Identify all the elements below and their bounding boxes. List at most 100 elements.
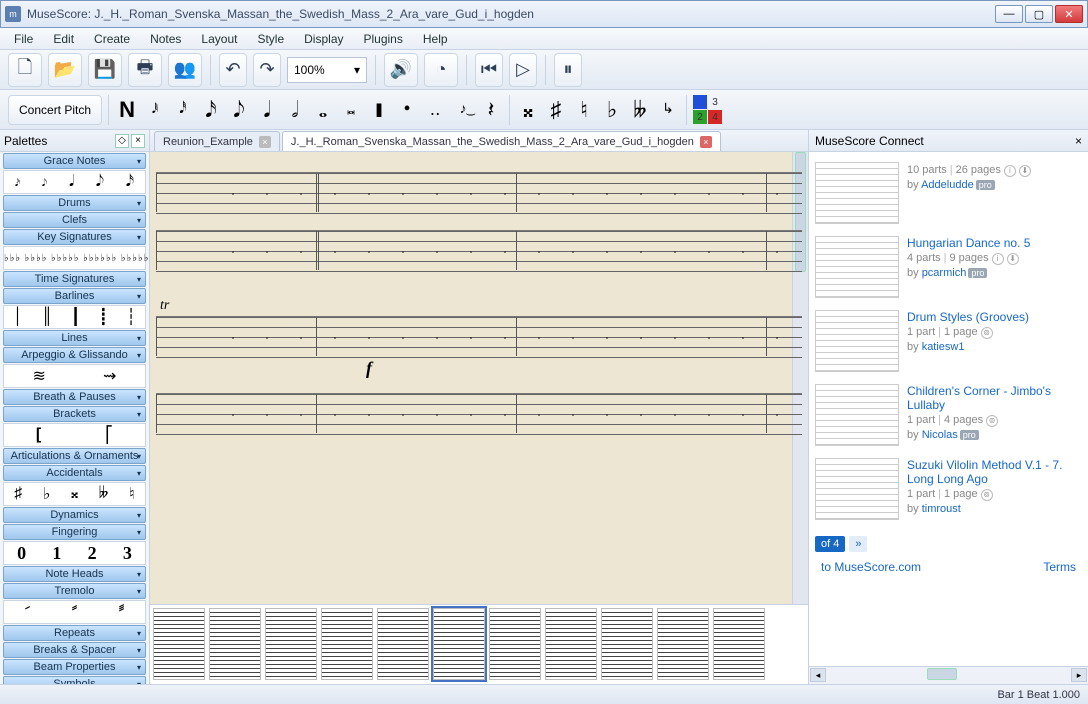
navigator[interactable]	[150, 604, 808, 684]
palette-drums[interactable]: Drums▾	[3, 195, 146, 211]
info-icon[interactable]: ⊚	[981, 489, 993, 501]
vertical-scrollbar[interactable]	[792, 152, 808, 604]
save-button[interactable]: 💾	[88, 53, 122, 87]
nav-page[interactable]	[545, 608, 597, 680]
voice-1-button[interactable]	[693, 95, 707, 109]
author-link[interactable]: pcarmich	[922, 267, 967, 279]
concert-pitch-button[interactable]: Concert Pitch	[8, 95, 102, 125]
rewind-button[interactable]: ⏮	[475, 53, 503, 87]
palette-grace-notes[interactable]: Grace Notes▾	[3, 153, 146, 169]
menu-style[interactable]: Style	[249, 30, 292, 48]
maximize-button[interactable]: ▢	[1025, 5, 1053, 23]
voice-4-button[interactable]: 4	[708, 110, 722, 124]
nav-page[interactable]	[489, 608, 541, 680]
score-title-link[interactable]: Suzuki Vilolin Method V.1 - 7. Long Long…	[907, 458, 1082, 486]
menu-help[interactable]: Help	[415, 30, 456, 48]
menu-file[interactable]: File	[6, 30, 41, 48]
duration-breve-button[interactable]: 𝅜	[339, 95, 363, 125]
terms-link[interactable]: Terms	[1043, 560, 1076, 574]
palette-lines[interactable]: Lines▾	[3, 330, 146, 346]
duration-half-button[interactable]: 𝅗𝅥	[283, 95, 307, 125]
tie-button[interactable]: ♪͜	[451, 95, 475, 125]
palette-breath[interactable]: Breath & Pauses▾	[3, 389, 146, 405]
menu-create[interactable]: Create	[86, 30, 138, 48]
sharp-button[interactable]: ♯	[544, 95, 568, 125]
palette-fingering-content[interactable]: 0123	[3, 541, 146, 565]
double-flat-button[interactable]: 𝄫	[628, 95, 652, 125]
community-button[interactable]: 👥	[168, 53, 202, 87]
menu-plugins[interactable]: Plugins	[356, 30, 411, 48]
palette-symbols[interactable]: Symbols▾	[3, 676, 146, 684]
palette-dynamics[interactable]: Dynamics▾	[3, 507, 146, 523]
duration-64th-button[interactable]: 𝅘𝅥𝅱	[143, 95, 167, 125]
nav-page[interactable]	[377, 608, 429, 680]
duration-quarter-button[interactable]: 𝅘𝅥	[255, 95, 279, 125]
score-thumbnail[interactable]	[815, 458, 899, 520]
double-sharp-button[interactable]: 𝄪	[516, 95, 540, 125]
metronome-button[interactable]: ◔	[424, 53, 458, 87]
palette-arpeggio-content[interactable]: ≋⇝	[3, 364, 146, 388]
author-link[interactable]: timroust	[922, 503, 961, 515]
palette-time-signatures[interactable]: Time Signatures▾	[3, 271, 146, 287]
menu-layout[interactable]: Layout	[193, 30, 245, 48]
palette-tremolo[interactable]: Tremolo▾	[3, 583, 146, 599]
loop-button[interactable]: ⏸	[554, 53, 582, 87]
next-page-button[interactable]: »	[849, 536, 867, 552]
nav-page-current[interactable]	[433, 608, 485, 680]
palette-key-signatures[interactable]: Key Signatures▾	[3, 229, 146, 245]
flip-direction-button[interactable]: ↳	[656, 95, 680, 125]
score-canvas[interactable]: tr f	[150, 152, 808, 604]
new-file-button[interactable]: 🗋	[8, 53, 42, 87]
palette-noteheads[interactable]: Note Heads▾	[3, 566, 146, 582]
score-title-link[interactable]: Children's Corner - Jimbo's Lullaby	[907, 384, 1082, 412]
palette-fingering[interactable]: Fingering▾	[3, 524, 146, 540]
nav-page[interactable]	[153, 608, 205, 680]
info-icon[interactable]: i	[1004, 165, 1016, 177]
palette-beam[interactable]: Beam Properties▾	[3, 659, 146, 675]
author-link[interactable]: katiesw1	[922, 341, 965, 353]
redo-button[interactable]: ↷	[253, 53, 281, 87]
scroll-left-button[interactable]: ◂	[810, 668, 826, 682]
dot-button[interactable]: •	[395, 95, 419, 125]
rest-button[interactable]: 𝄽	[479, 95, 503, 125]
score-title-link[interactable]: Drum Styles (Grooves)	[907, 310, 1029, 324]
print-button[interactable]: 🖶	[128, 53, 162, 87]
palettes-float-button[interactable]: ◇	[115, 134, 129, 148]
nav-page[interactable]	[713, 608, 765, 680]
note-input-mode-button[interactable]: N	[115, 95, 139, 125]
voice-3-label[interactable]: 3	[708, 95, 722, 109]
nav-page[interactable]	[321, 608, 373, 680]
palette-tremolo-content[interactable]: 𝅪𝅫𝅬	[3, 600, 146, 624]
download-icon[interactable]: ⬇	[1019, 165, 1031, 177]
author-link[interactable]: Addeludde	[921, 179, 974, 191]
nav-page[interactable]	[265, 608, 317, 680]
duration-whole-button[interactable]: 𝅝	[311, 95, 335, 125]
palettes-close-button[interactable]: ×	[131, 134, 145, 148]
info-icon[interactable]: ⊚	[981, 327, 993, 339]
info-icon[interactable]: i	[992, 253, 1004, 265]
author-link[interactable]: Nicolas	[922, 429, 958, 441]
score-thumbnail[interactable]	[815, 384, 899, 446]
zoom-select[interactable]: 100% ▾	[287, 57, 367, 83]
menu-notes[interactable]: Notes	[142, 30, 189, 48]
score-thumbnail[interactable]	[815, 162, 899, 224]
nav-page[interactable]	[601, 608, 653, 680]
palette-accidentals-content[interactable]: ♯♭𝄪𝄫♮	[3, 482, 146, 506]
double-dot-button[interactable]: ‥	[423, 95, 447, 125]
close-icon[interactable]: ×	[259, 136, 271, 148]
sound-button[interactable]: 🔊	[384, 53, 418, 87]
open-file-button[interactable]: 📂	[48, 53, 82, 87]
palette-brackets[interactable]: Brackets▾	[3, 406, 146, 422]
download-icon[interactable]: ⬇	[1007, 253, 1019, 265]
nav-page[interactable]	[657, 608, 709, 680]
menu-edit[interactable]: Edit	[45, 30, 82, 48]
horizontal-scrollbar[interactable]: ◂ ▸	[809, 666, 1088, 684]
nav-page[interactable]	[209, 608, 261, 680]
info-icon[interactable]: ⊚	[986, 415, 998, 427]
duration-16th-button[interactable]: 𝅘𝅥𝅯	[199, 95, 223, 125]
natural-button[interactable]: ♮	[572, 95, 596, 125]
score-title-link[interactable]: Hungarian Dance no. 5	[907, 236, 1030, 250]
palette-breaks[interactable]: Breaks & Spacer▾	[3, 642, 146, 658]
palette-brackets-content[interactable]: [⎡	[3, 423, 146, 447]
tab-roman-mass[interactable]: J._H._Roman_Svenska_Massan_the_Swedish_M…	[282, 131, 721, 151]
